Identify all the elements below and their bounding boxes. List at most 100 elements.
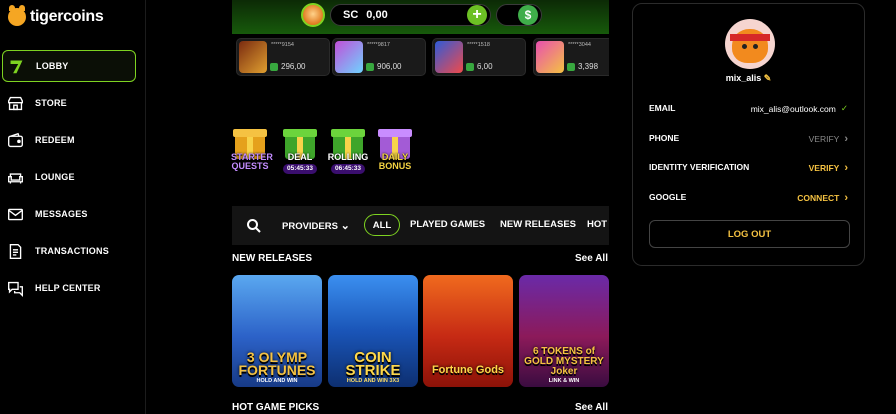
edit-pencil-icon[interactable]: ✎ [764,73,772,83]
see-all-new-releases[interactable]: See All [575,253,608,264]
winner-amount-value: 296,00 [281,62,306,71]
chevron-right-icon: › [844,192,848,204]
search-icon[interactable] [246,218,262,234]
see-all-hot-picks[interactable]: See All [575,402,608,413]
winner-amount: 296,00 [270,62,305,71]
game-filter-bar: PROVIDERS ⌄ ALL PLAYED GAMES NEW RELEASE… [232,206,609,245]
winner-name: *****9817 [367,42,390,48]
sidebar-item-lounge[interactable]: LOUNGE [2,161,136,193]
game-thumbnail [335,41,363,73]
identity-verify-label: VERIFY [808,163,840,173]
winner-card[interactable]: *****9154 296,00 [236,38,330,76]
google-label: GOOGLE [649,192,687,202]
game-tile-6-tokens-of-gold[interactable]: 6 TOKENS of GOLD MYSTERY Joker LINK & WI… [519,275,609,387]
sidebar-item-label: LOBBY [36,61,69,71]
sidebar-item-label: TRANSACTIONS [35,246,109,256]
winner-amount: 3,398 [567,62,598,71]
profile-username-row: mix_alis ✎ [633,73,864,84]
logout-label: LOG OUT [727,228,772,240]
winner-card[interactable]: *****9817 906,00 [332,38,426,76]
sidebar-item-help-center[interactable]: HELP CENTER [2,272,136,304]
identity-verify-button[interactable]: VERIFY › [809,162,848,174]
winner-name: *****1518 [467,42,490,48]
game-subtitle: LINK & WIN [548,378,580,384]
game-thumbnail [435,41,463,73]
sidebar-item-label: REDEEM [35,135,75,145]
identity-verification-label: IDENTITY VERIFICATION [649,162,750,172]
sidebar-item-messages[interactable]: MESSAGES [2,198,136,230]
chevron-right-icon: › [844,133,848,145]
balance-value: 0,00 [366,9,388,21]
sidebar-item-label: HELP CENTER [35,283,101,293]
game-tile-fortune-gods[interactable]: Fortune Gods [423,275,513,387]
promo-label: DEAL [287,152,313,162]
providers-dropdown[interactable]: PROVIDERS ⌄ [282,219,350,232]
sidebar-nav: LOBBY STORE REDEEM LOUNGE MESSAGES TRANS… [0,50,146,309]
promo-daily-bonus[interactable]: DAILY BONUS [376,129,414,179]
user-avatar[interactable] [301,3,325,27]
eye [742,44,747,49]
sc-coin-icon [466,62,474,71]
sidebar-item-store[interactable]: STORE [2,87,136,119]
sidebar-item-label: MESSAGES [35,209,88,219]
cash-button[interactable]: $ [518,5,538,25]
promo-deal[interactable]: DEAL 05:45:33 [281,129,319,179]
promo-starter-quests[interactable]: STARTER QUESTS [231,129,273,179]
sc-coin-icon [270,62,278,71]
wallet-icon [6,131,24,149]
promo-label: STARTER QUESTS [231,152,273,171]
brand-logo[interactable]: tigercoins [8,5,104,26]
game-subtitle: HOLD AND WIN [256,378,298,384]
providers-label: PROVIDERS [282,221,338,232]
game-tile-olymp-fortunes[interactable]: 3 OLYMP FORTUNES HOLD AND WIN [232,275,322,387]
chat-help-icon [6,279,24,297]
chevron-down-icon: ⌄ [340,220,350,232]
winner-amount-value: 906,00 [377,62,402,71]
logout-button[interactable]: LOG OUT [649,220,850,248]
brand-name: tigercoins [30,8,104,25]
currency-label: SC [343,9,359,21]
add-coins-button[interactable]: + [467,5,487,25]
lucky-seven-icon [7,57,25,75]
headband [730,34,770,41]
phone-verify-button[interactable]: VERIFY › [809,133,848,145]
promo-label: DAILY BONUS [378,152,412,171]
filter-all[interactable]: ALL [364,214,400,236]
game-subtitle: HOLD AND WIN 3X3 [346,378,400,384]
sofa-icon [6,168,24,186]
sidebar: tigercoins LOBBY STORE REDEEM LOUNGE MES… [0,0,146,414]
tiger-logo-icon [8,5,26,26]
promo-label: ROLLING [327,152,369,162]
promo-rolling[interactable]: ROLLING 06:45:33 [327,129,369,179]
sidebar-item-redeem[interactable]: REDEEM [2,124,136,156]
dollar-icon: $ [524,8,532,22]
game-title: 6 TOKENS of GOLD MYSTERY Joker [524,346,604,377]
eye [753,44,758,49]
game-tile-coin-strike[interactable]: COIN STRIKE HOLD AND WIN 3X3 [328,275,418,387]
profile-panel: mix_alis ✎ EMAIL mix_alis@outlook.com ✓ … [632,3,865,266]
google-connect-button[interactable]: CONNECT › [797,192,848,204]
game-title: Fortune Gods [431,364,505,376]
recent-winners-strip: *****9154 296,00 *****9817 906,00 *****1… [232,36,609,78]
game-thumbnail [239,41,267,73]
filter-all-label: ALL [372,219,392,231]
sidebar-item-transactions[interactable]: TRANSACTIONS [2,235,136,267]
section-title-hot-picks: HOT GAME PICKS [232,402,320,413]
email-label: EMAIL [649,103,676,113]
promo-timer: 06:45:33 [331,164,365,174]
winner-amount: 906,00 [366,62,401,71]
sidebar-item-lobby[interactable]: LOBBY [2,50,136,82]
sidebar-item-label: STORE [35,98,67,108]
verified-check-icon: ✓ [840,103,848,113]
phone-label: PHONE [649,133,680,143]
filter-hot[interactable]: HOT [587,219,607,230]
sc-coin-icon [366,62,374,71]
envelope-icon [6,205,24,223]
game-title: COIN STRIKE [345,349,401,379]
winner-card[interactable]: *****3044 3,398 [533,38,609,76]
filter-new-releases[interactable]: NEW RELEASES [500,219,576,230]
winner-card[interactable]: *****1518 6,00 [432,38,526,76]
filter-played-games[interactable]: PLAYED GAMES [410,219,485,230]
profile-avatar[interactable] [725,19,775,69]
phone-verify-label: VERIFY [808,134,840,144]
